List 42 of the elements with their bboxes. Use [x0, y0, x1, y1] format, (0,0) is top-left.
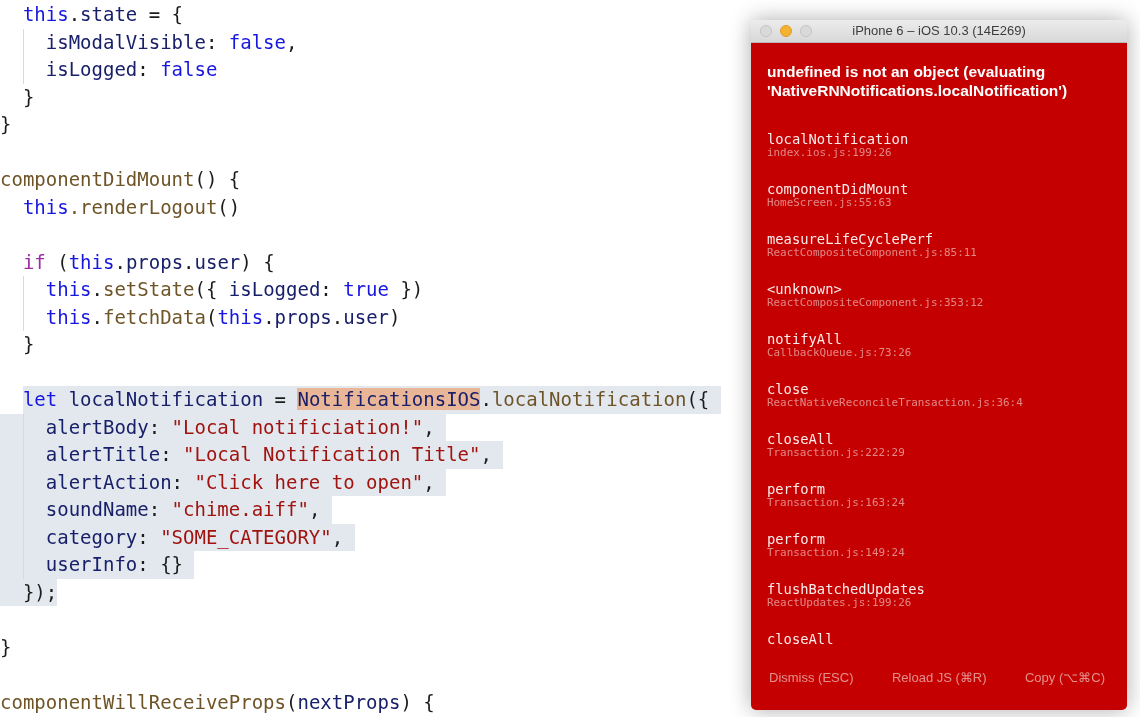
code-line: this.fetchData(this.props.user): [45, 304, 401, 330]
code-line: }: [22, 332, 35, 357]
stack-frame-location: ReactCompositeComponent.js:353:12: [767, 297, 985, 309]
code-line: isModalVisible: false,: [45, 29, 298, 55]
stack-frame-location: ReactCompositeComponent.js:85:11: [767, 247, 978, 259]
stack-frame-method: componentDidMount: [767, 181, 910, 197]
minimize-icon[interactable]: [780, 25, 792, 37]
stack-frame-location: Transaction.js:163:24: [767, 497, 906, 509]
stack-frame-method: closeAll: [767, 431, 835, 447]
stack-frame-location: CallbackQueue.js:73:26: [767, 347, 913, 359]
code-line: this.renderLogout(): [22, 194, 241, 220]
stack-frame-method: close: [767, 381, 810, 397]
stack-frame-location: index.ios.js:199:26: [767, 147, 893, 159]
stack-frame-location: Transaction.js:222:29: [767, 447, 906, 459]
code-line: }: [0, 634, 12, 660]
stack-frame-method: perform: [767, 531, 826, 547]
code-line: isLogged: false: [45, 57, 218, 82]
code-line: componentWillReceiveProps(nextProps) {: [0, 689, 435, 715]
stack-frame-method: <unknown>: [767, 281, 843, 297]
window-title: iPhone 6 – iOS 10.3 (14E269): [852, 22, 1026, 41]
reload-button[interactable]: Reload JS (⌘R): [891, 670, 987, 686]
dismiss-button[interactable]: Dismiss (ESC): [769, 670, 854, 686]
code-line: componentDidMount() {: [0, 167, 241, 192]
stack-frame-location: ReactNativeReconcileTransaction.js:36:4: [767, 397, 1024, 409]
stack-frame-location: HomeScreen.js:55:63: [767, 197, 892, 209]
code-line: this.setState({ isLogged: true }): [45, 277, 424, 302]
stack-frame-method: notifyAll: [767, 331, 842, 347]
code-line: if (this.props.user) {: [22, 249, 275, 275]
error-message: undefined is not an object (evaluating 'NativeRNNotifications.localNotification'): [766, 62, 1069, 100]
copy-button[interactable]: Copy (⌥⌘C): [1025, 670, 1105, 686]
code-line: }: [22, 84, 35, 110]
code-line: this.state = {: [22, 2, 184, 27]
stack-frame-method: perform: [767, 481, 826, 497]
stack-frame-method: measureLifeCyclePerf: [767, 231, 934, 247]
stack-frame-method: closeAll: [767, 631, 835, 647]
zoom-icon[interactable]: [800, 25, 812, 37]
stack-frame-method: flushBatchedUpdates: [767, 581, 926, 597]
code-line: }: [0, 112, 12, 137]
stack-frame-location: ReactUpdates.js:199:26: [767, 597, 912, 609]
stack-frame-method: localNotification: [767, 131, 910, 147]
stack-frame-location: Transaction.js:149:24: [767, 547, 906, 559]
close-icon[interactable]: [760, 25, 772, 37]
